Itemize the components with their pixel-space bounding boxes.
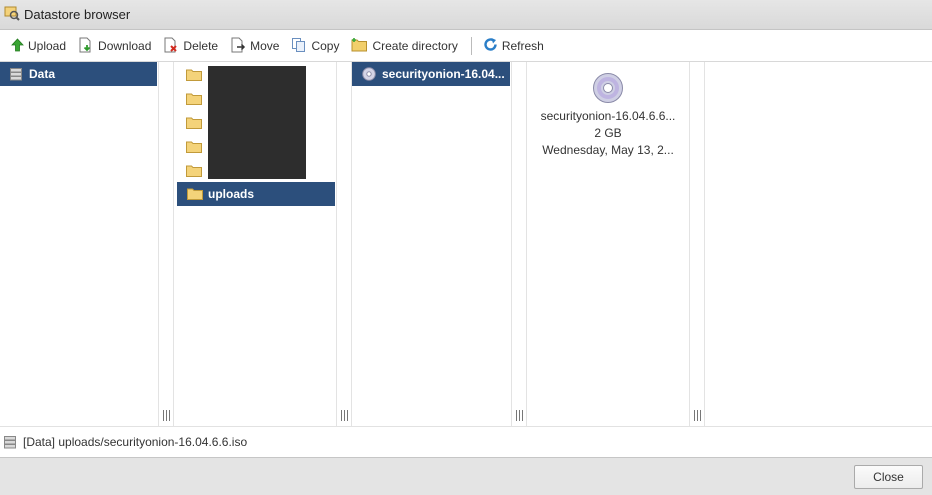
folder-icon bbox=[187, 188, 203, 200]
folder-icon bbox=[186, 93, 202, 105]
preview-size: 2 GB bbox=[594, 126, 622, 140]
create-directory-button[interactable]: Create directory bbox=[348, 35, 460, 57]
browser-panes: Data uploads securityonion-16.04... secu… bbox=[0, 62, 932, 426]
close-button[interactable]: Close bbox=[854, 465, 923, 489]
splitter-grip[interactable] bbox=[516, 410, 523, 421]
preview-name: securityonion-16.04.6.6... bbox=[540, 109, 676, 123]
toolbar: Upload Download Delete Move Copy Create … bbox=[0, 31, 932, 62]
copy-button[interactable]: Copy bbox=[288, 35, 342, 57]
splitter-grip[interactable] bbox=[163, 410, 170, 421]
dialog-footer: Close bbox=[0, 457, 932, 495]
folder-item-uploads[interactable]: uploads bbox=[177, 182, 335, 206]
delete-icon bbox=[163, 37, 183, 56]
upload-button[interactable]: Upload bbox=[8, 35, 69, 57]
column-splitter[interactable] bbox=[336, 62, 352, 426]
datastore-label: Data bbox=[29, 67, 56, 81]
splitter-grip[interactable] bbox=[341, 410, 348, 421]
move-label: Move bbox=[250, 39, 280, 53]
column-splitter[interactable] bbox=[511, 62, 527, 426]
datastore-icon bbox=[4, 435, 16, 449]
redacted-folder-names bbox=[208, 66, 306, 179]
create-directory-label: Create directory bbox=[372, 39, 458, 53]
status-bar: [Data] uploads/securityonion-16.04.6.6.i… bbox=[0, 426, 932, 457]
upload-label: Upload bbox=[28, 39, 67, 53]
folder-label: uploads bbox=[208, 187, 255, 201]
move-button[interactable]: Move bbox=[227, 35, 282, 57]
disc-icon-large bbox=[592, 72, 624, 104]
download-icon bbox=[78, 37, 98, 56]
refresh-button[interactable]: Refresh bbox=[480, 35, 547, 57]
file-preview: securityonion-16.04.6.6... 2 GB Wednesda… bbox=[527, 62, 689, 159]
column-splitter[interactable] bbox=[689, 62, 705, 426]
datastore-column: Data bbox=[0, 62, 158, 426]
delete-button[interactable]: Delete bbox=[160, 35, 221, 57]
folder-item[interactable] bbox=[186, 111, 210, 135]
disc-icon bbox=[362, 67, 376, 81]
file-column: securityonion-16.04... bbox=[352, 62, 511, 426]
upload-icon bbox=[11, 37, 28, 55]
splitter-grip[interactable] bbox=[694, 410, 701, 421]
datastore-icon bbox=[10, 67, 22, 81]
folder-icon bbox=[186, 165, 202, 177]
file-label: securityonion-16.04... bbox=[382, 67, 505, 81]
move-icon bbox=[230, 37, 250, 56]
folder-item[interactable] bbox=[186, 159, 210, 183]
window-title: Datastore browser bbox=[24, 7, 131, 22]
folder-icon bbox=[186, 69, 202, 81]
refresh-icon bbox=[483, 37, 502, 55]
datastore-item-data[interactable]: Data bbox=[0, 62, 157, 86]
download-button[interactable]: Download bbox=[75, 35, 154, 57]
folder-icon bbox=[186, 141, 202, 153]
column-splitter[interactable] bbox=[158, 62, 174, 426]
selected-path: [Data] uploads/securityonion-16.04.6.6.i… bbox=[23, 435, 248, 449]
preview-date: Wednesday, May 13, 2... bbox=[542, 143, 674, 157]
folder-icon bbox=[186, 117, 202, 129]
folder-item[interactable] bbox=[186, 135, 210, 159]
file-item-iso[interactable]: securityonion-16.04... bbox=[352, 62, 510, 86]
refresh-label: Refresh bbox=[501, 39, 544, 53]
download-label: Download bbox=[98, 39, 152, 53]
datastore-browser-icon bbox=[4, 5, 20, 24]
folder-item[interactable] bbox=[186, 63, 210, 87]
new-folder-icon bbox=[351, 37, 372, 55]
toolbar-separator bbox=[470, 37, 472, 55]
copy-label: Copy bbox=[311, 39, 340, 53]
folder-item[interactable] bbox=[186, 87, 210, 111]
delete-label: Delete bbox=[183, 39, 219, 53]
window-titlebar: Datastore browser bbox=[0, 0, 932, 30]
copy-icon bbox=[291, 37, 311, 56]
